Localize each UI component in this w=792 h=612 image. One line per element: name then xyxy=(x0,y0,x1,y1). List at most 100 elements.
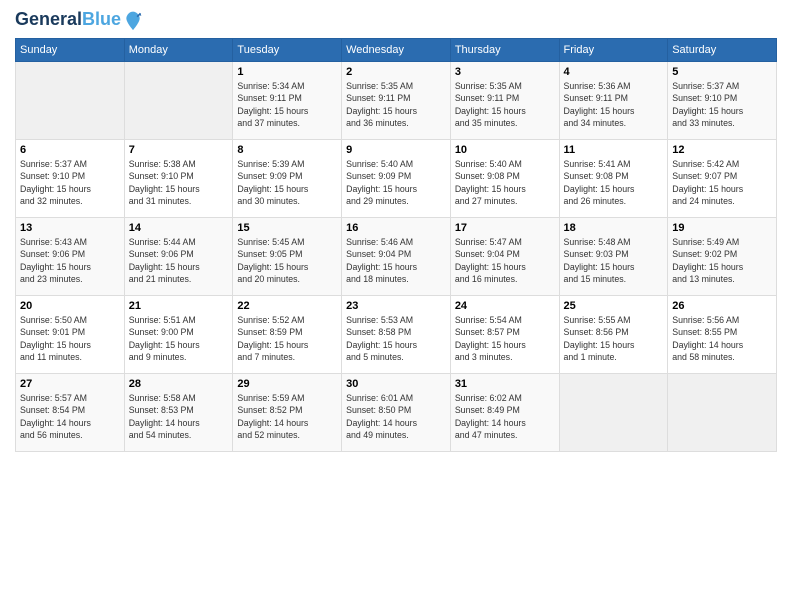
weekday-header-saturday: Saturday xyxy=(668,39,777,62)
day-info: Sunrise: 5:58 AM Sunset: 8:53 PM Dayligh… xyxy=(129,392,229,441)
day-number: 11 xyxy=(564,144,664,156)
calendar-cell: 23 Sunrise: 5:53 AM Sunset: 8:58 PM Dayli… xyxy=(342,296,451,374)
calendar-cell: 14 Sunrise: 5:44 AM Sunset: 9:06 PM Dayli… xyxy=(124,218,233,296)
day-number: 24 xyxy=(455,300,555,312)
logo: GeneralBlue xyxy=(15,10,143,30)
day-info: Sunrise: 5:47 AM Sunset: 9:04 PM Dayligh… xyxy=(455,236,555,285)
weekday-header-row: SundayMondayTuesdayWednesdayThursdayFrid… xyxy=(16,39,777,62)
day-info: Sunrise: 5:59 AM Sunset: 8:52 PM Dayligh… xyxy=(237,392,337,441)
day-info: Sunrise: 5:42 AM Sunset: 9:07 PM Dayligh… xyxy=(672,158,772,207)
calendar-cell: 9 Sunrise: 5:40 AM Sunset: 9:09 PM Daylig… xyxy=(342,140,451,218)
day-info: Sunrise: 5:35 AM Sunset: 9:11 PM Dayligh… xyxy=(455,80,555,129)
calendar-cell: 11 Sunrise: 5:41 AM Sunset: 9:08 PM Dayli… xyxy=(559,140,668,218)
weekday-header-wednesday: Wednesday xyxy=(342,39,451,62)
day-number: 15 xyxy=(237,222,337,234)
day-number: 17 xyxy=(455,222,555,234)
day-info: Sunrise: 5:55 AM Sunset: 8:56 PM Dayligh… xyxy=(564,314,664,363)
day-number: 5 xyxy=(672,66,772,78)
calendar-cell: 17 Sunrise: 5:47 AM Sunset: 9:04 PM Dayli… xyxy=(450,218,559,296)
day-number: 8 xyxy=(237,144,337,156)
calendar-cell: 4 Sunrise: 5:36 AM Sunset: 9:11 PM Daylig… xyxy=(559,62,668,140)
day-number: 4 xyxy=(564,66,664,78)
day-number: 16 xyxy=(346,222,446,234)
day-info: Sunrise: 5:56 AM Sunset: 8:55 PM Dayligh… xyxy=(672,314,772,363)
day-info: Sunrise: 5:52 AM Sunset: 8:59 PM Dayligh… xyxy=(237,314,337,363)
day-info: Sunrise: 5:37 AM Sunset: 9:10 PM Dayligh… xyxy=(672,80,772,129)
calendar-cell: 7 Sunrise: 5:38 AM Sunset: 9:10 PM Daylig… xyxy=(124,140,233,218)
calendar-cell: 31 Sunrise: 6:02 AM Sunset: 8:49 PM Dayli… xyxy=(450,374,559,452)
day-number: 7 xyxy=(129,144,229,156)
calendar-cell: 30 Sunrise: 6:01 AM Sunset: 8:50 PM Dayli… xyxy=(342,374,451,452)
calendar-cell: 1 Sunrise: 5:34 AM Sunset: 9:11 PM Daylig… xyxy=(233,62,342,140)
weekday-header-sunday: Sunday xyxy=(16,39,125,62)
calendar-cell: 10 Sunrise: 5:40 AM Sunset: 9:08 PM Dayli… xyxy=(450,140,559,218)
calendar-cell: 29Sunrise: 5:59 AM Sunset: 8:52 PM Dayli… xyxy=(233,374,342,452)
calendar-cell: 8 Sunrise: 5:39 AM Sunset: 9:09 PM Daylig… xyxy=(233,140,342,218)
day-number: 21 xyxy=(129,300,229,312)
day-info: Sunrise: 5:45 AM Sunset: 9:05 PM Dayligh… xyxy=(237,236,337,285)
day-info: Sunrise: 5:40 AM Sunset: 9:08 PM Dayligh… xyxy=(455,158,555,207)
calendar-cell xyxy=(16,62,125,140)
calendar-cell: 12 Sunrise: 5:42 AM Sunset: 9:07 PM Dayli… xyxy=(668,140,777,218)
calendar-cell: 24 Sunrise: 5:54 AM Sunset: 8:57 PM Dayli… xyxy=(450,296,559,374)
calendar-cell: 2 Sunrise: 5:35 AM Sunset: 9:11 PM Daylig… xyxy=(342,62,451,140)
day-info: Sunrise: 5:54 AM Sunset: 8:57 PM Dayligh… xyxy=(455,314,555,363)
day-info: Sunrise: 5:39 AM Sunset: 9:09 PM Dayligh… xyxy=(237,158,337,207)
day-number: 9 xyxy=(346,144,446,156)
day-info: Sunrise: 5:36 AM Sunset: 9:11 PM Dayligh… xyxy=(564,80,664,129)
day-number: 25 xyxy=(564,300,664,312)
week-row-3: 13 Sunrise: 5:43 AM Sunset: 9:06 PM Dayli… xyxy=(16,218,777,296)
day-info: Sunrise: 6:01 AM Sunset: 8:50 PM Dayligh… xyxy=(346,392,446,441)
day-number: 10 xyxy=(455,144,555,156)
day-info: Sunrise: 5:34 AM Sunset: 9:11 PM Dayligh… xyxy=(237,80,337,129)
calendar-cell: 28 Sunrise: 5:58 AM Sunset: 8:53 PM Dayli… xyxy=(124,374,233,452)
day-info: Sunrise: 5:35 AM Sunset: 9:11 PM Dayligh… xyxy=(346,80,446,129)
week-row-5: 27Sunrise: 5:57 AM Sunset: 8:54 PM Dayli… xyxy=(16,374,777,452)
day-info: Sunrise: 5:43 AM Sunset: 9:06 PM Dayligh… xyxy=(20,236,120,285)
calendar-cell: 6Sunrise: 5:37 AM Sunset: 9:10 PM Daylig… xyxy=(16,140,125,218)
calendar-cell: 21 Sunrise: 5:51 AM Sunset: 9:00 PM Dayli… xyxy=(124,296,233,374)
day-number: 30 xyxy=(346,378,446,390)
day-info: Sunrise: 5:53 AM Sunset: 8:58 PM Dayligh… xyxy=(346,314,446,363)
day-info: Sunrise: 5:50 AM Sunset: 9:01 PM Dayligh… xyxy=(20,314,120,363)
calendar-cell: 20 Sunrise: 5:50 AM Sunset: 9:01 PM Dayli… xyxy=(16,296,125,374)
day-number: 2 xyxy=(346,66,446,78)
day-info: Sunrise: 5:49 AM Sunset: 9:02 PM Dayligh… xyxy=(672,236,772,285)
calendar-cell: 27Sunrise: 5:57 AM Sunset: 8:54 PM Dayli… xyxy=(16,374,125,452)
calendar-table: SundayMondayTuesdayWednesdayThursdayFrid… xyxy=(15,38,777,452)
day-number: 14 xyxy=(129,222,229,234)
calendar-cell: 3Sunrise: 5:35 AM Sunset: 9:11 PM Daylig… xyxy=(450,62,559,140)
calendar-cell: 16Sunrise: 5:46 AM Sunset: 9:04 PM Dayli… xyxy=(342,218,451,296)
day-number: 13 xyxy=(20,222,120,234)
day-number: 27 xyxy=(20,378,120,390)
calendar-cell xyxy=(124,62,233,140)
day-info: Sunrise: 6:02 AM Sunset: 8:49 PM Dayligh… xyxy=(455,392,555,441)
day-number: 6 xyxy=(20,144,120,156)
day-number: 28 xyxy=(129,378,229,390)
day-info: Sunrise: 5:40 AM Sunset: 9:09 PM Dayligh… xyxy=(346,158,446,207)
calendar-cell: 22Sunrise: 5:52 AM Sunset: 8:59 PM Dayli… xyxy=(233,296,342,374)
header: GeneralBlue xyxy=(15,10,777,30)
calendar-cell: 25 Sunrise: 5:55 AM Sunset: 8:56 PM Dayli… xyxy=(559,296,668,374)
calendar-cell xyxy=(668,374,777,452)
weekday-header-monday: Monday xyxy=(124,39,233,62)
week-row-2: 6Sunrise: 5:37 AM Sunset: 9:10 PM Daylig… xyxy=(16,140,777,218)
day-number: 1 xyxy=(237,66,337,78)
calendar-cell: 13 Sunrise: 5:43 AM Sunset: 9:06 PM Dayli… xyxy=(16,218,125,296)
weekday-header-tuesday: Tuesday xyxy=(233,39,342,62)
calendar-cell: 26 Sunrise: 5:56 AM Sunset: 8:55 PM Dayli… xyxy=(668,296,777,374)
week-row-4: 20 Sunrise: 5:50 AM Sunset: 9:01 PM Dayli… xyxy=(16,296,777,374)
calendar-cell: 15 Sunrise: 5:45 AM Sunset: 9:05 PM Dayli… xyxy=(233,218,342,296)
day-info: Sunrise: 5:38 AM Sunset: 9:10 PM Dayligh… xyxy=(129,158,229,207)
day-number: 31 xyxy=(455,378,555,390)
weekday-header-friday: Friday xyxy=(559,39,668,62)
weekday-header-thursday: Thursday xyxy=(450,39,559,62)
day-number: 23 xyxy=(346,300,446,312)
day-info: Sunrise: 5:44 AM Sunset: 9:06 PM Dayligh… xyxy=(129,236,229,285)
week-row-1: 1 Sunrise: 5:34 AM Sunset: 9:11 PM Daylig… xyxy=(16,62,777,140)
day-number: 20 xyxy=(20,300,120,312)
day-number: 12 xyxy=(672,144,772,156)
day-info: Sunrise: 5:51 AM Sunset: 9:00 PM Dayligh… xyxy=(129,314,229,363)
day-info: Sunrise: 5:41 AM Sunset: 9:08 PM Dayligh… xyxy=(564,158,664,207)
day-number: 26 xyxy=(672,300,772,312)
